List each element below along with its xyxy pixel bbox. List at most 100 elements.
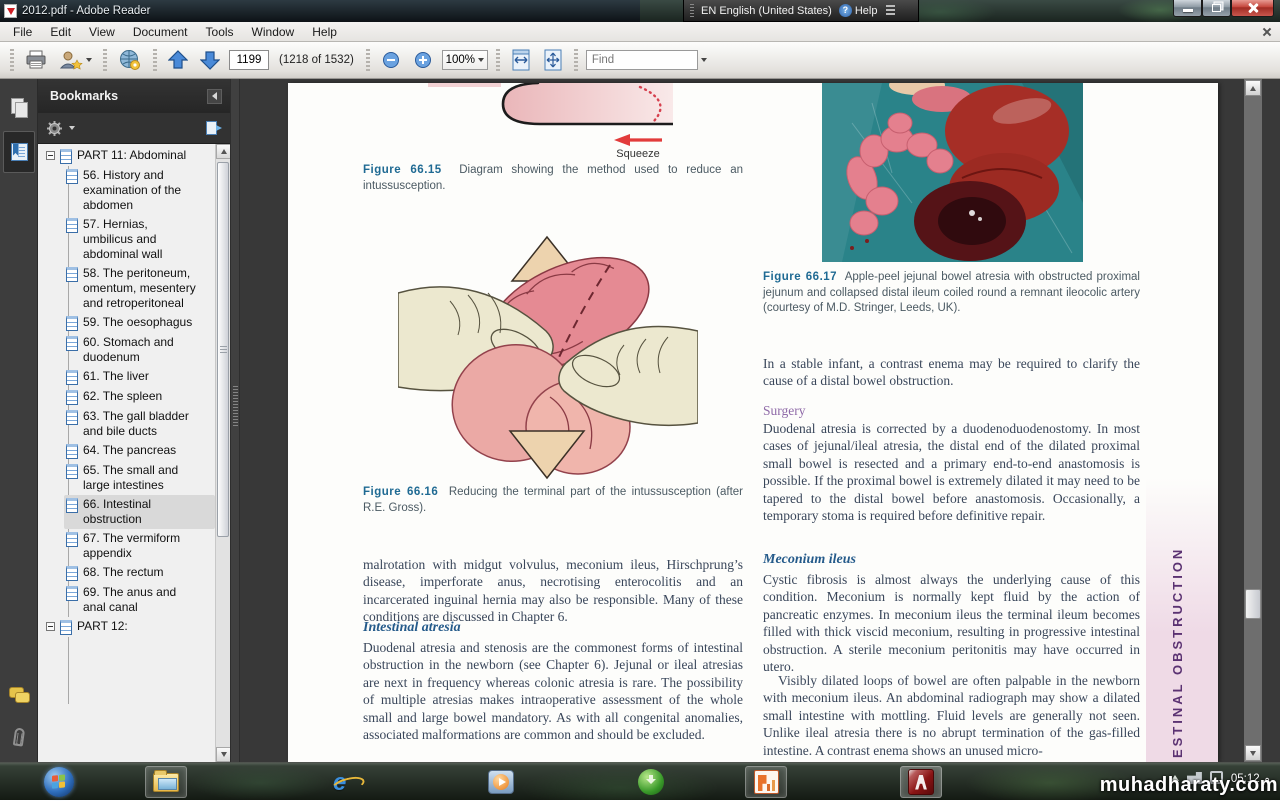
paragraph-meconium-2: Visibly dilated loops of bowel are often…: [763, 672, 1140, 759]
media-player-icon: [488, 770, 514, 794]
scroll-down-button[interactable]: [216, 747, 231, 762]
zoom-level-value: 100%: [446, 54, 475, 66]
taskbar-internet-explorer-button[interactable]: e: [325, 766, 367, 798]
bookmark-item[interactable]: 58. The peritoneum, omentum, mesentery a…: [64, 264, 215, 313]
pdf-document-icon: [4, 4, 17, 18]
language-label[interactable]: EN English (United States): [701, 5, 832, 17]
close-document-icon[interactable]: [1260, 25, 1274, 39]
bookmark-item[interactable]: 62. The spleen: [64, 387, 215, 407]
bookmark-page-icon: [66, 532, 78, 547]
sign-button[interactable]: [56, 47, 95, 73]
language-bar-grip[interactable]: [690, 4, 694, 18]
taskbar-media-player-button[interactable]: [480, 766, 522, 798]
bookmark-item[interactable]: 59. The oesophagus: [64, 313, 215, 333]
menu-file[interactable]: File: [4, 23, 41, 41]
taskbar-powerpoint-button[interactable]: [745, 766, 787, 798]
previous-page-button[interactable]: [165, 47, 191, 73]
bookmark-item[interactable]: 67. The vermiform appendix: [64, 529, 215, 563]
menu-help[interactable]: Help: [303, 23, 346, 41]
scroll-up-button[interactable]: [216, 144, 231, 159]
page-thumbnails-tab[interactable]: [3, 89, 35, 125]
taskbar-explorer-button[interactable]: [145, 766, 187, 798]
bookmark-item[interactable]: 64. The pancreas: [64, 441, 215, 461]
bookmark-item[interactable]: 57. Hernias, umbilicus and abdominal wal…: [64, 215, 215, 264]
bookmark-item[interactable]: 60. Stomach and duodenum: [64, 333, 215, 367]
attachments-tab[interactable]: [3, 719, 35, 755]
expand-collapse-icon[interactable]: [46, 622, 55, 631]
window-title: 2012.pdf - Adobe Reader: [22, 5, 151, 17]
find-dropdown-caret[interactable]: [701, 58, 707, 62]
bookmark-item[interactable]: 65. The small and large intestines: [64, 461, 215, 495]
bookmark-label: 58. The peritoneum, omentum, mesentery a…: [83, 266, 201, 311]
bookmark-label: 67. The vermiform appendix: [83, 531, 201, 561]
bookmark-item[interactable]: PART 11: Abdominal: [44, 146, 215, 166]
zoom-in-button[interactable]: [410, 47, 436, 73]
close-button[interactable]: [1231, 0, 1274, 17]
page-number-input[interactable]: [229, 50, 269, 70]
doc-scroll-down-button[interactable]: [1245, 745, 1261, 761]
menu-tools[interactable]: Tools: [197, 23, 243, 41]
download-manager-icon: [638, 769, 664, 795]
bookmark-label: 69. The anus and anal canal: [83, 585, 201, 615]
bookmark-page-icon: [66, 336, 78, 351]
fit-width-icon: [511, 49, 531, 71]
panel-splitter[interactable]: [230, 79, 240, 762]
fit-page-icon: [543, 49, 563, 71]
minimize-button[interactable]: [1173, 0, 1202, 17]
main-area: Bookmarks PART 11: Abdominal56. History …: [0, 79, 1280, 762]
bookmark-item[interactable]: PART 12:: [44, 617, 215, 637]
language-help-button[interactable]: ? Help: [839, 4, 878, 17]
collapse-panel-button[interactable]: [207, 89, 222, 104]
heading-surgery: Surgery: [763, 403, 806, 419]
bookmark-item[interactable]: 63. The gall bladder and bile ducts: [64, 407, 215, 441]
fit-width-button[interactable]: [508, 47, 534, 73]
taskbar-idm-button[interactable]: [630, 766, 672, 798]
start-button[interactable]: [38, 766, 80, 798]
print-button[interactable]: [22, 47, 50, 73]
bookmark-label: 66. Intestinal obstruction: [83, 497, 201, 527]
navigation-icon-strip: [0, 79, 38, 762]
toolbar-grip: [153, 49, 157, 71]
document-scrollbar-thumb[interactable]: [1245, 589, 1261, 619]
sign-dropdown-caret[interactable]: [86, 58, 92, 62]
fit-page-button[interactable]: [540, 47, 566, 73]
expand-collapse-icon[interactable]: [46, 151, 55, 160]
splitter-grip[interactable]: [233, 386, 238, 428]
bookmark-page-icon: [66, 267, 78, 282]
menu-edit[interactable]: Edit: [41, 23, 80, 41]
restore-button[interactable]: [1202, 0, 1231, 17]
bookmark-item[interactable]: 66. Intestinal obstruction: [64, 495, 215, 529]
bookmark-item[interactable]: 61. The liver: [64, 367, 215, 387]
language-bar[interactable]: EN English (United States) ? Help: [683, 0, 919, 22]
paperclip-icon: [13, 727, 25, 746]
bookmark-page-icon: [66, 586, 78, 601]
menu-view[interactable]: View: [80, 23, 124, 41]
help-label: Help: [855, 5, 878, 17]
collaborate-button[interactable]: [115, 47, 145, 73]
bookmarks-tab[interactable]: [3, 131, 35, 173]
menu-window[interactable]: Window: [243, 23, 304, 41]
menu-document[interactable]: Document: [124, 23, 197, 41]
zoom-out-button[interactable]: [378, 47, 404, 73]
bookmark-item[interactable]: 56. History and examination of the abdom…: [64, 166, 215, 215]
document-scrollbar[interactable]: [1244, 79, 1262, 762]
bookmarks-scrollbar-thumb[interactable]: [217, 162, 229, 537]
bookmark-page-icon: [66, 169, 78, 184]
language-bar-options-icon[interactable]: [886, 5, 895, 17]
bookmark-item[interactable]: 69. The anus and anal canal: [64, 583, 215, 617]
zoom-in-icon: [414, 51, 432, 69]
bookmarks-options-button[interactable]: [46, 120, 75, 137]
toolbar-grip: [366, 49, 370, 71]
toolbar: (1218 of 1532) 100%: [0, 42, 1280, 79]
zoom-level-dropdown[interactable]: 100%: [442, 50, 488, 70]
bookmark-item[interactable]: 68. The rectum: [64, 563, 215, 583]
next-page-button[interactable]: [197, 47, 223, 73]
powerpoint-icon: [754, 770, 779, 794]
bookmark-label: PART 12:: [77, 619, 128, 634]
doc-scroll-up-button[interactable]: [1245, 80, 1261, 96]
comments-tab[interactable]: [3, 677, 35, 713]
taskbar-adobe-reader-button[interactable]: [900, 766, 942, 798]
find-input[interactable]: [586, 50, 698, 70]
bookmarks-scrollbar[interactable]: [215, 144, 230, 762]
expand-current-bookmark-button[interactable]: [206, 121, 222, 135]
